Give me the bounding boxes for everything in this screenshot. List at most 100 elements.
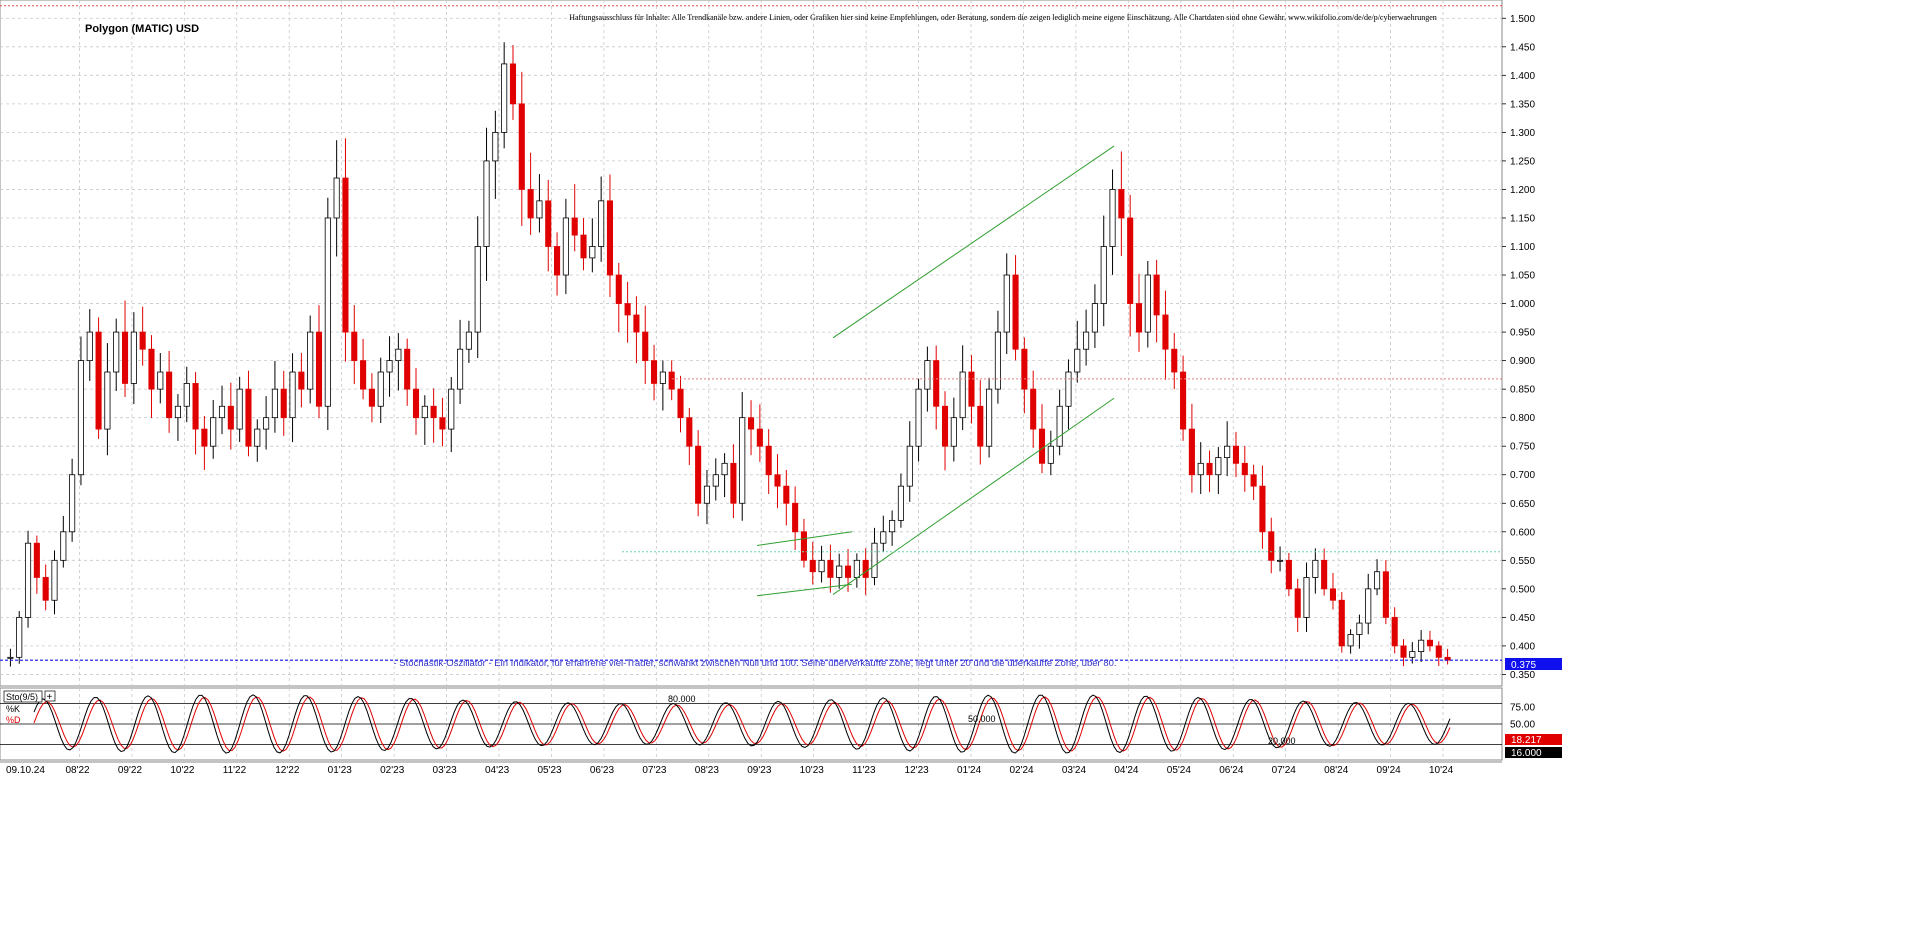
- candle-body: [1409, 651, 1416, 658]
- candle-body: [60, 531, 67, 561]
- candle-body: [844, 565, 852, 578]
- candle-body: [254, 428, 261, 447]
- candle-body: [571, 217, 578, 236]
- candle-body: [1435, 645, 1442, 658]
- candle-body: [518, 103, 525, 190]
- candle-body: [289, 371, 296, 419]
- candle-body: [695, 445, 702, 504]
- candle-body: [783, 485, 790, 504]
- candle-body: [562, 217, 569, 276]
- candle-body: [1171, 348, 1178, 373]
- candle-body: [880, 531, 887, 544]
- candle-body: [227, 405, 234, 430]
- candle-body: [703, 485, 711, 504]
- candle-body: [245, 388, 252, 447]
- stochastic-label: Sto(9/5): [6, 692, 38, 702]
- candle-body: [545, 200, 552, 247]
- candle-body: [1250, 474, 1257, 487]
- candle-body: [774, 474, 781, 487]
- candle-body: [1206, 462, 1213, 476]
- candle-body: [430, 405, 437, 419]
- candle-body: [166, 371, 173, 419]
- candle-body: [994, 331, 1001, 390]
- candle-body: [756, 428, 763, 447]
- candle-body: [42, 577, 49, 601]
- y-tick-label: 1.100: [1510, 242, 1535, 253]
- candle-body: [174, 405, 181, 419]
- level-50-label: 50.000: [968, 714, 996, 724]
- candle-body: [1153, 274, 1160, 316]
- candle-body: [121, 331, 129, 384]
- candle-body: [977, 405, 984, 447]
- x-tick-label: 06'24: [1219, 765, 1244, 776]
- candle-body: [827, 559, 834, 578]
- x-tick-label: 09'22: [118, 765, 143, 776]
- candle-body: [659, 371, 666, 384]
- candle-body: [580, 234, 587, 259]
- last-price-marker: 0.375: [1505, 658, 1562, 671]
- candle-body: [218, 405, 226, 419]
- y-tick-label: 0.400: [1510, 641, 1535, 652]
- candle-body: [624, 303, 631, 316]
- candle-body: [527, 189, 534, 219]
- candle-body: [730, 462, 737, 504]
- candle-body: [1083, 331, 1090, 350]
- candle-body: [113, 331, 120, 373]
- candle-body: [1162, 314, 1169, 350]
- candle-body: [280, 388, 287, 419]
- candle-body: [1382, 571, 1389, 618]
- y-tick-label: 1.400: [1510, 71, 1535, 82]
- y-tick-label: 0.850: [1510, 385, 1535, 396]
- candle-body: [862, 559, 869, 578]
- y-tick-label: 0.450: [1510, 613, 1535, 624]
- candle-body: [554, 246, 561, 276]
- y-tick-label: 0.550: [1510, 556, 1535, 567]
- d-value-label: 16.000: [1511, 748, 1542, 759]
- candle-body: [1321, 559, 1328, 590]
- candle-body: [739, 417, 746, 504]
- candle-body: [1065, 371, 1072, 407]
- candle-body: [1285, 559, 1292, 590]
- candle-body: [968, 371, 975, 407]
- candle-body: [1365, 588, 1372, 624]
- candle-body: [492, 131, 499, 162]
- d-legend: %D: [6, 715, 21, 725]
- x-tick-label: 04'24: [1114, 765, 1139, 776]
- candle-body: [906, 445, 913, 487]
- stochastic-tick-label: 75.00: [1510, 703, 1535, 714]
- x-tick-label: 05'23: [537, 765, 562, 776]
- x-tick-label: 08'24: [1324, 765, 1349, 776]
- candle-body: [589, 246, 596, 259]
- time-axis: 09.10.24 08'22 09'22 10'22 11'22 12'22 01'23 02…: [0, 761, 1568, 776]
- candle-body: [1047, 445, 1054, 464]
- candle-body: [210, 417, 217, 447]
- y-tick-label: 0.750: [1510, 442, 1535, 453]
- candle-body: [536, 200, 543, 219]
- candle-body: [448, 388, 455, 430]
- y-tick-label: 0.700: [1510, 470, 1535, 481]
- candle-body: [95, 331, 102, 430]
- x-tick-label: 09'24: [1377, 765, 1402, 776]
- candle-body: [315, 331, 323, 407]
- candle-body: [1259, 485, 1266, 533]
- candle-body: [792, 502, 799, 533]
- y-tick-label: 1.450: [1510, 42, 1535, 53]
- candle-body: [1303, 577, 1310, 618]
- candle-body: [509, 63, 517, 105]
- stochastic-tick-label: 50.00: [1510, 720, 1535, 731]
- x-tick-label: 11'22: [223, 765, 247, 776]
- candle-body: [765, 445, 772, 476]
- y-tick-label: 1.300: [1510, 128, 1535, 139]
- k-value-label: 18.217: [1511, 735, 1542, 746]
- candle-body: [1312, 559, 1319, 578]
- x-tick-label: 08'22: [65, 765, 90, 776]
- candle-body: [721, 462, 728, 476]
- k-legend: %K: [6, 704, 20, 714]
- candle-body: [457, 348, 464, 390]
- candle-body: [598, 200, 605, 247]
- candle-body: [1180, 371, 1187, 430]
- candle-body: [606, 200, 614, 276]
- candle-body: [7, 656, 14, 659]
- candle-body: [1294, 588, 1301, 618]
- candle-body: [377, 371, 384, 407]
